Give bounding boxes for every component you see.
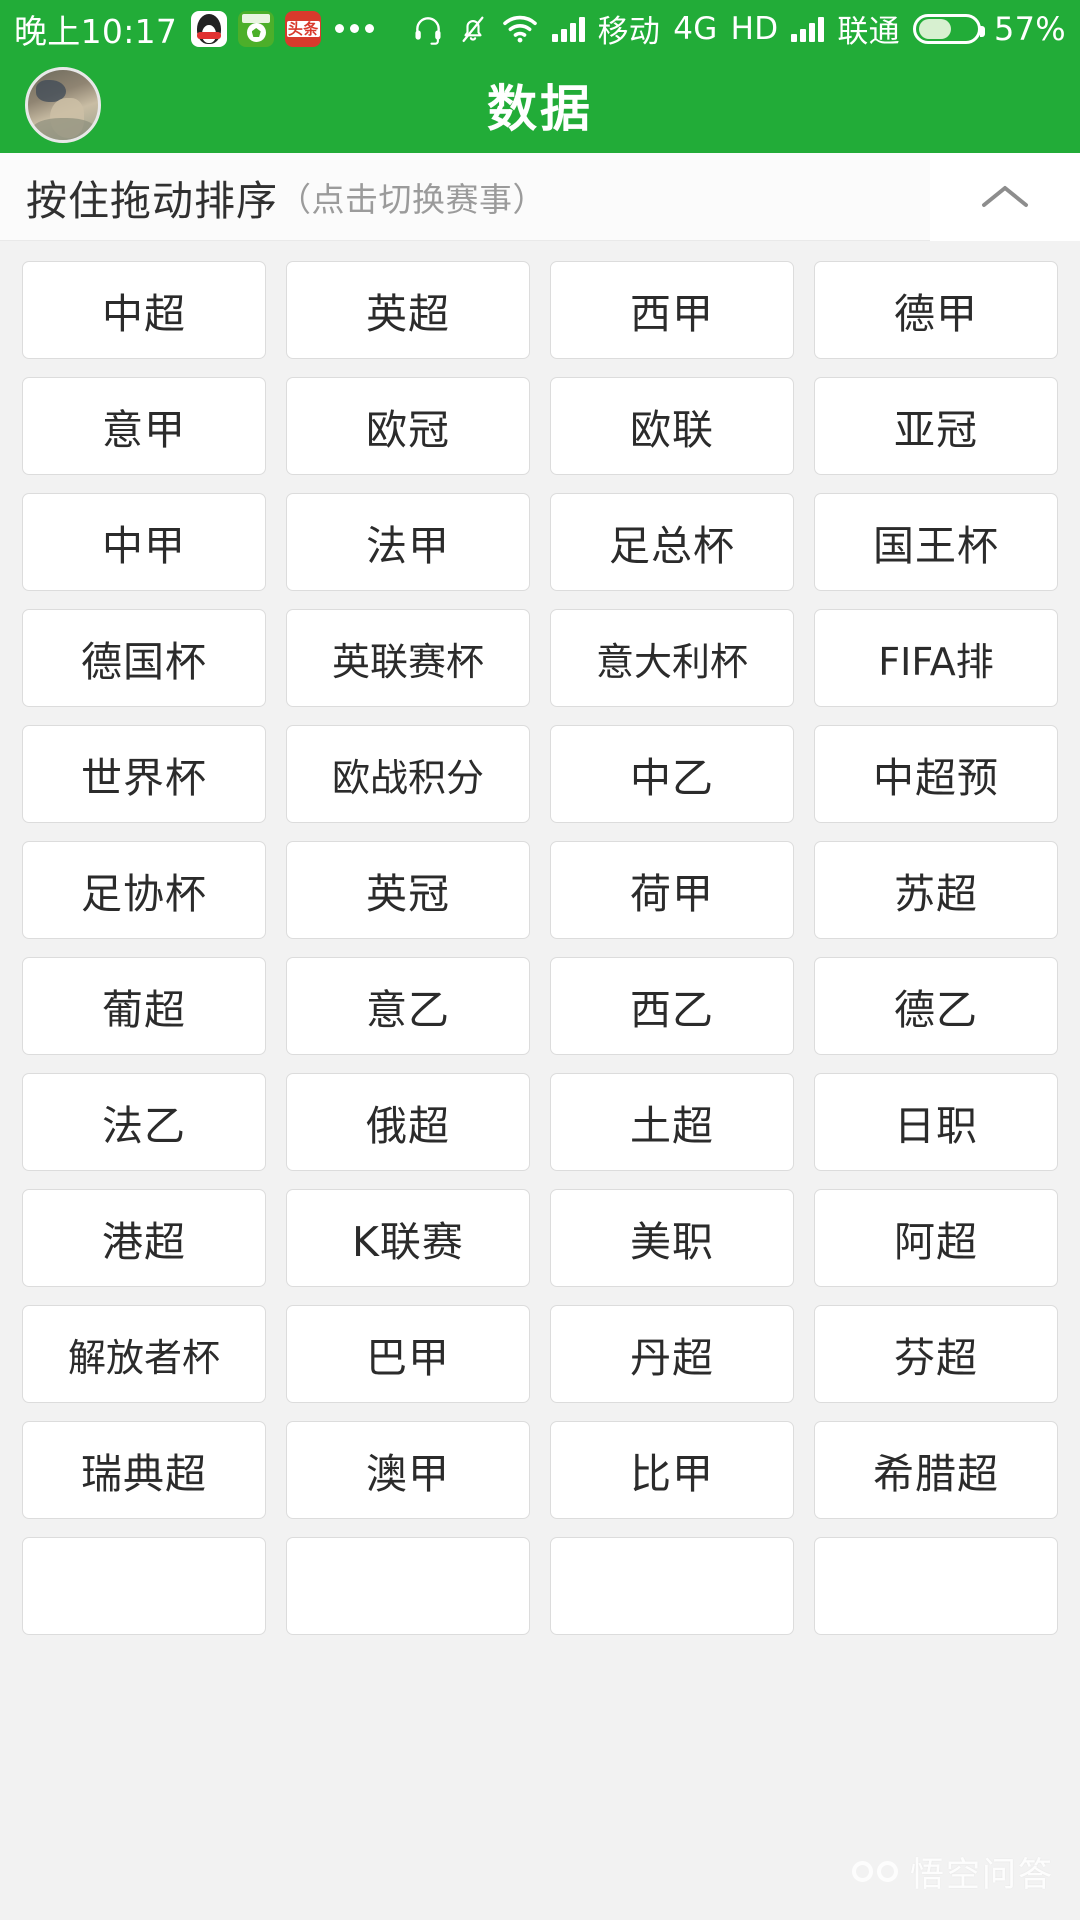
league-cell[interactable]: 比甲: [550, 1421, 794, 1519]
league-cell[interactable]: 澳甲: [286, 1421, 530, 1519]
league-cell[interactable]: [814, 1537, 1058, 1635]
league-cell[interactable]: 葡超: [22, 957, 266, 1055]
league-cell[interactable]: 芬超: [814, 1305, 1058, 1403]
bell-muted-icon: [462, 16, 484, 42]
league-cell[interactable]: 巴甲: [286, 1305, 530, 1403]
soccer-app-icon: [238, 10, 275, 47]
status-notification-icons: 头条: [191, 10, 375, 47]
battery-percent-label: 57%: [993, 9, 1066, 48]
league-cell[interactable]: 意甲: [22, 377, 266, 475]
avatar[interactable]: [25, 67, 101, 143]
toutiao-icon: 头条: [285, 10, 322, 47]
league-cell[interactable]: FIFA排: [814, 609, 1058, 707]
league-cell[interactable]: 西甲: [550, 261, 794, 359]
league-cell[interactable]: 英超: [286, 261, 530, 359]
league-cell[interactable]: 中甲: [22, 493, 266, 591]
league-cell[interactable]: 德乙: [814, 957, 1058, 1055]
status-bar: 晚上10:17 头条 移动 4G HD 联通 57%: [0, 0, 1080, 57]
battery-icon: [912, 13, 985, 44]
carrier-2-label: 联通: [837, 14, 900, 50]
qq-icon: [191, 10, 228, 47]
league-cell[interactable]: 世界杯: [22, 725, 266, 823]
app-bar: 数据: [0, 57, 1080, 153]
league-cell[interactable]: 德国杯: [22, 609, 266, 707]
carrier-1-label: 移动: [597, 14, 661, 50]
league-cell[interactable]: 美职: [550, 1189, 794, 1287]
league-cell[interactable]: 西乙: [550, 957, 794, 1055]
wukong-logo-icon: [852, 1857, 898, 1887]
league-cell[interactable]: 国王杯: [814, 493, 1058, 591]
league-cell[interactable]: 阿超: [814, 1189, 1058, 1287]
sort-hint-sub-label: （点击切换赛事）: [278, 179, 546, 219]
league-cell[interactable]: 日职: [814, 1073, 1058, 1171]
league-cell[interactable]: 苏超: [814, 841, 1058, 939]
league-cell[interactable]: 土超: [550, 1073, 794, 1171]
league-cell[interactable]: 港超: [22, 1189, 266, 1287]
league-cell[interactable]: 法乙: [22, 1073, 266, 1171]
hd-label: HD: [730, 10, 779, 47]
sort-hint-main-label: 按住拖动排序: [26, 176, 278, 225]
league-cell[interactable]: 解放者杯: [22, 1305, 266, 1403]
league-grid-container: 中超 英超 西甲 德甲意甲 欧冠 欧联 亚冠中甲 法甲 足总杯 国王杯德国杯 英联赛杯 意大利杯 FIF…: [0, 241, 1080, 1635]
league-cell[interactable]: 欧战积分: [286, 725, 530, 823]
status-system-icons: 移动 4G HD 联通 57%: [411, 6, 1066, 51]
league-cell[interactable]: 亚冠: [814, 377, 1058, 475]
league-cell[interactable]: 英联赛杯: [286, 609, 530, 707]
signal-bars-1-icon: [551, 16, 585, 42]
league-cell[interactable]: 英冠: [286, 841, 530, 939]
league-cell[interactable]: K联赛: [286, 1189, 530, 1287]
wifi-icon: [502, 15, 537, 42]
app-screen: 晚上10:17 头条 移动 4G HD 联通 57% 数据 按住拖动排序 （点击…: [0, 0, 1080, 1920]
watermark: 悟空问答: [852, 1847, 1054, 1896]
league-cell[interactable]: 欧冠: [286, 377, 530, 475]
league-cell[interactable]: 中乙: [550, 725, 794, 823]
league-cell[interactable]: 法甲: [286, 493, 530, 591]
league-cell[interactable]: 中超: [22, 261, 266, 359]
league-cell[interactable]: 足协杯: [22, 841, 266, 939]
league-cell[interactable]: 瑞典超: [22, 1421, 266, 1519]
collapse-section-button[interactable]: [930, 152, 1080, 241]
league-cell[interactable]: 俄超: [286, 1073, 530, 1171]
league-cell[interactable]: 欧联: [550, 377, 794, 475]
chevron-up-icon: [982, 185, 1028, 207]
league-grid: 中超 英超 西甲 德甲意甲 欧冠 欧联 亚冠中甲 法甲 足总杯 国王杯德国杯 英联赛杯 意大利杯 FIF…: [22, 261, 1058, 1635]
status-time: 晚上10:17: [14, 11, 178, 51]
league-cell[interactable]: 意乙: [286, 957, 530, 1055]
more-icon: [335, 24, 375, 33]
league-cell[interactable]: [286, 1537, 530, 1635]
page-title: 数据: [487, 80, 593, 138]
league-cell[interactable]: 足总杯: [550, 493, 794, 591]
headset-icon: [415, 16, 441, 45]
league-cell[interactable]: 希腊超: [814, 1421, 1058, 1519]
signal-bars-2-icon: [791, 16, 825, 42]
league-cell[interactable]: 丹超: [550, 1305, 794, 1403]
watermark-label: 悟空问答: [910, 1855, 1054, 1895]
league-cell[interactable]: 荷甲: [550, 841, 794, 939]
network-type-label: 4G: [673, 10, 718, 47]
league-cell[interactable]: 意大利杯: [550, 609, 794, 707]
league-cell[interactable]: [550, 1537, 794, 1635]
sort-hint-bar: 按住拖动排序 （点击切换赛事）: [0, 152, 1080, 241]
league-cell[interactable]: [22, 1537, 266, 1635]
league-cell[interactable]: 中超预: [814, 725, 1058, 823]
league-cell[interactable]: 德甲: [814, 261, 1058, 359]
